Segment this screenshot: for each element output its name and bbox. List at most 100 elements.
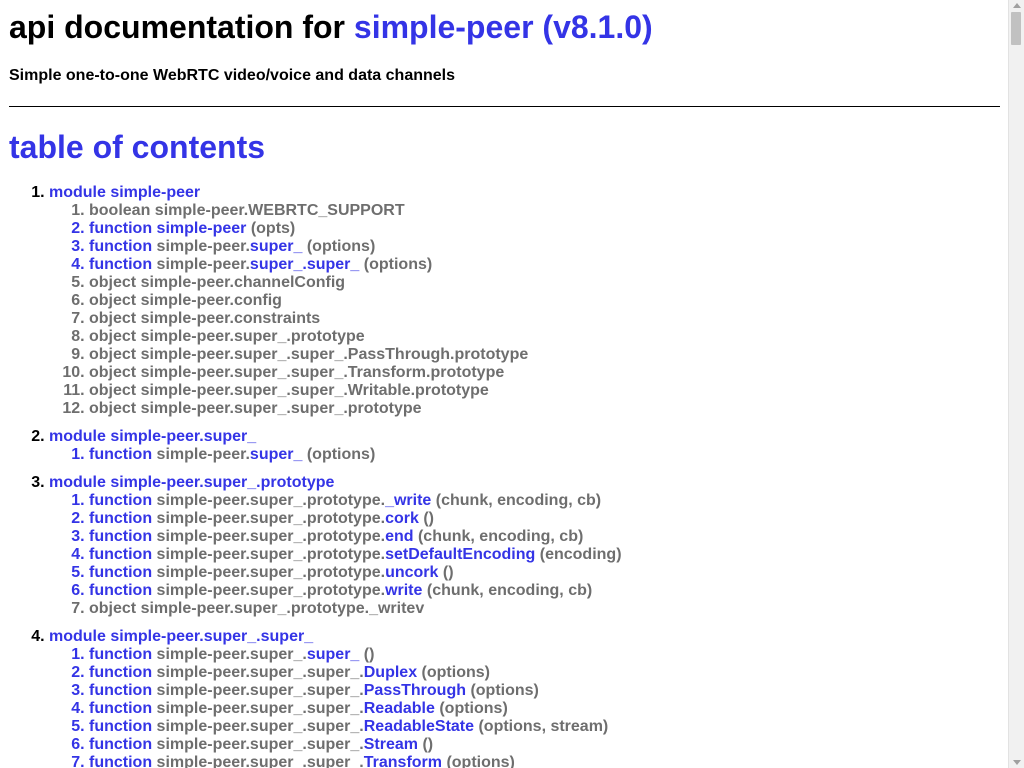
module-link[interactable]: module simple-peer.super_ [49, 428, 256, 445]
entry-path: simple-peer.super_. [156, 646, 307, 663]
scrollbar-thumb[interactable] [1011, 12, 1021, 45]
entry-kind: function [89, 564, 153, 581]
module-link[interactable]: module simple-peer.super_.prototype [49, 474, 334, 491]
toc-entry[interactable]: function simple-peer.super_ (options) [89, 238, 1000, 256]
entry-kind: object [89, 328, 137, 345]
toc-entry[interactable]: function simple-peer.super_ (options) [89, 446, 1000, 464]
toc-entry: boolean simple-peer.WEBRTC_SUPPORT [89, 202, 1000, 220]
entry-name-link[interactable]: super_.super_ [250, 256, 359, 273]
entry-path: simple-peer.super_.super_. [156, 736, 364, 753]
entry-path: simple-peer.super_.prototype. [156, 492, 386, 509]
title-prefix: api documentation for [9, 9, 354, 45]
toc-entry[interactable]: function simple-peer.super_.super_.Duple… [89, 664, 1000, 682]
entry-path: simple-peer.super_.super_. [156, 718, 364, 735]
entry-path: simple-peer.super_.super_.prototype [140, 400, 422, 417]
entry-kind: function [89, 682, 153, 699]
vertical-scrollbar[interactable] [1008, 0, 1024, 768]
entry-path: simple-peer.super_.prototype [140, 328, 365, 345]
entry-args: (chunk, encoding, cb) [435, 492, 602, 509]
entry-path: simple-peer.super_.prototype._writev [140, 600, 425, 617]
entry-kind: object [89, 346, 137, 363]
entry-name-link[interactable]: PassThrough [364, 682, 466, 699]
entry-name-link[interactable]: Transform [364, 754, 442, 768]
entry-kind: function [89, 646, 153, 663]
toc-entry[interactable]: function simple-peer.super_.prototype.en… [89, 528, 1000, 546]
entry-kind: function [89, 700, 153, 717]
toc-entry[interactable]: function simple-peer.super_.prototype.wr… [89, 582, 1000, 600]
entry-name-link[interactable]: Duplex [364, 664, 417, 681]
entry-args: (chunk, encoding, cb) [426, 582, 593, 599]
entry-path: simple-peer.constraints [140, 310, 321, 327]
entry-kind: function [89, 256, 153, 273]
toc-entry[interactable]: function simple-peer.super_.super_ () [89, 646, 1000, 664]
entry-name-link[interactable]: uncork [385, 564, 438, 581]
entry-path: simple-peer.config [140, 292, 282, 309]
entry-path: simple-peer.super_.prototype. [156, 546, 386, 563]
toc-entry[interactable]: function simple-peer.super_.super_ (opti… [89, 256, 1000, 274]
entry-name-link[interactable]: ReadableState [364, 718, 474, 735]
toc-entry[interactable]: function simple-peer (opts) [89, 220, 1000, 238]
entry-kind: function [89, 238, 153, 255]
doc-content: api documentation for simple-peer (v8.1.… [9, 0, 1000, 768]
entry-name-link[interactable]: super_ [250, 446, 302, 463]
entry-path: simple-peer.super_.super_.Writable.proto… [140, 382, 489, 399]
toc-entry: object simple-peer.super_.super_.prototy… [89, 400, 1000, 418]
entry-path: simple-peer.super_.super_. [156, 682, 364, 699]
entry-kind: function [89, 718, 153, 735]
toc-module-item: module simple-peer.super_function simple… [49, 428, 1000, 464]
entry-name-link[interactable]: super_ [250, 238, 302, 255]
entry-kind: function [89, 446, 153, 463]
entry-path: simple-peer.WEBRTC_SUPPORT [154, 202, 405, 219]
entry-name-link[interactable]: end [385, 528, 413, 545]
toc-entry[interactable]: function simple-peer.super_.prototype._w… [89, 492, 1000, 510]
package-link[interactable]: simple-peer (v8.1.0) [354, 9, 653, 45]
entry-name-link[interactable]: simple-peer [157, 220, 247, 237]
entry-name-link[interactable]: super_ [307, 646, 359, 663]
toc-entry: object simple-peer.super_.super_.Writabl… [89, 382, 1000, 400]
entry-path: simple-peer.super_.super_. [156, 700, 364, 717]
entry-kind: function [89, 220, 153, 237]
toc-entry[interactable]: function simple-peer.super_.prototype.se… [89, 546, 1000, 564]
entry-path: simple-peer.super_.super_.Transform.prot… [140, 364, 505, 381]
entry-args: (chunk, encoding, cb) [417, 528, 584, 545]
entry-kind: function [89, 546, 153, 563]
entry-name-link[interactable]: setDefaultEncoding [385, 546, 535, 563]
toc-module-list: module simple-peerboolean simple-peer.WE… [9, 184, 1000, 768]
entry-args: (encoding) [539, 546, 622, 563]
toc-module-item: module simple-peer.super_.super_function… [49, 628, 1000, 768]
toc-entry[interactable]: function simple-peer.super_.prototype.co… [89, 510, 1000, 528]
divider [9, 106, 1000, 107]
entry-kind: object [89, 310, 137, 327]
entry-kind: function [89, 510, 153, 527]
entry-args: () [422, 736, 434, 753]
entry-args: (options) [470, 682, 539, 699]
entry-path: simple-peer. [156, 446, 250, 463]
entry-name-link[interactable]: Stream [364, 736, 418, 753]
toc-entry: object simple-peer.constraints [89, 310, 1000, 328]
toc-entry[interactable]: function simple-peer.super_.super_.Reada… [89, 718, 1000, 736]
scroll-up-arrow-icon[interactable] [1013, 3, 1021, 8]
entry-kind: object [89, 382, 137, 399]
entry-kind: function [89, 582, 153, 599]
entry-name-link[interactable]: cork [385, 510, 419, 527]
entry-name-link[interactable]: Readable [364, 700, 435, 717]
entry-args: () [423, 510, 434, 527]
page-title: api documentation for simple-peer (v8.1.… [9, 8, 1000, 46]
entry-kind: object [89, 600, 137, 617]
entry-args: (options) [421, 664, 490, 681]
module-entry-list: function simple-peer.super_ (options) [49, 446, 1000, 464]
toc-module-item: module simple-peer.super_.prototypefunct… [49, 474, 1000, 618]
toc-entry[interactable]: function simple-peer.super_.prototype.un… [89, 564, 1000, 582]
module-link[interactable]: module simple-peer [49, 184, 200, 201]
toc-entry[interactable]: function simple-peer.super_.super_.PassT… [89, 682, 1000, 700]
toc-heading[interactable]: table of contents [9, 128, 1000, 166]
toc-entry[interactable]: function simple-peer.super_.super_.Strea… [89, 736, 1000, 754]
toc-entry[interactable]: function simple-peer.super_.super_.Reada… [89, 700, 1000, 718]
module-link[interactable]: module simple-peer.super_.super_ [49, 628, 313, 645]
entry-kind: object [89, 364, 137, 381]
entry-name-link[interactable]: write [385, 582, 422, 599]
module-entry-list: boolean simple-peer.WEBRTC_SUPPORTfuncti… [49, 202, 1000, 418]
scroll-down-arrow-icon[interactable] [1013, 760, 1021, 765]
toc-entry[interactable]: function simple-peer.super_.super_.Trans… [89, 754, 1000, 768]
entry-name-link[interactable]: _write [385, 492, 431, 509]
